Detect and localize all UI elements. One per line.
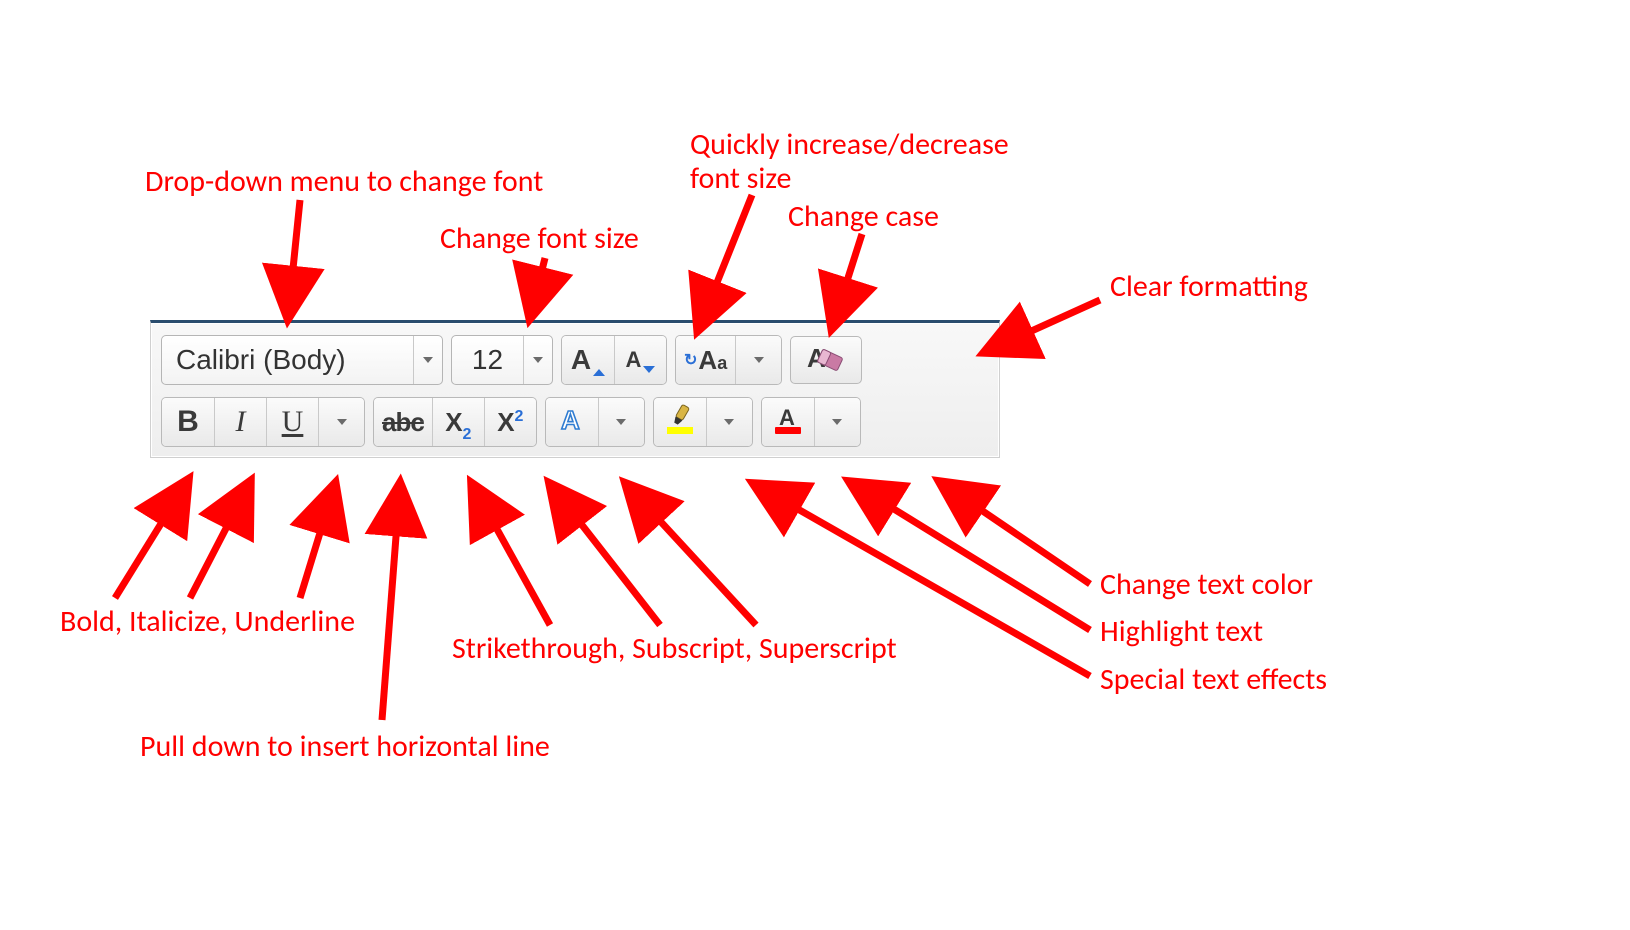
- label-font-dropdown: Drop-down menu to change font: [145, 165, 543, 200]
- label-clear-formatting: Clear formatting: [1110, 270, 1308, 305]
- shrink-font-button[interactable]: A: [614, 336, 666, 384]
- font-color-button[interactable]: A: [762, 398, 814, 446]
- strike-sub-sup-group: abc X2 X2: [373, 397, 537, 447]
- highlight-dropdown[interactable]: [706, 398, 752, 446]
- chevron-down-icon: [616, 419, 626, 425]
- grow-font-A: A: [571, 344, 591, 376]
- font-color-swatch: [775, 427, 801, 434]
- clear-formatting-button[interactable]: A: [790, 336, 862, 384]
- change-case-dropdown[interactable]: [735, 336, 781, 384]
- label-incdec-line2: font size: [690, 162, 791, 197]
- label-text-color: Change text color: [1100, 568, 1313, 603]
- label-effects: Special text effects: [1100, 663, 1327, 698]
- highlight-group: [653, 397, 753, 447]
- font-toolbar: Calibri (Body) 12 A: [150, 320, 1000, 458]
- bold-B: B: [177, 407, 199, 437]
- font-color-icon: A: [771, 403, 805, 442]
- label-biu: Bold, Italicize, Underline: [60, 605, 355, 640]
- label-sss: Strikethrough, Subscript, Superscript: [452, 632, 897, 667]
- eraser-icon: A: [803, 341, 849, 380]
- text-effects-icon: A: [557, 405, 587, 440]
- text-effects-group: A: [545, 397, 645, 447]
- font-color-group: A: [761, 397, 861, 447]
- change-case-button[interactable]: ↻ A a: [676, 336, 735, 384]
- chevron-down-icon: [533, 357, 543, 363]
- font-name-dropdown-button[interactable]: [413, 336, 442, 384]
- superscript-button[interactable]: X2: [484, 398, 536, 446]
- change-case-A: A: [698, 345, 717, 376]
- triangle-down-icon: [643, 366, 655, 373]
- change-case-a: a: [717, 353, 727, 374]
- strike-abc: abc: [382, 409, 424, 435]
- chevron-down-icon: [337, 419, 347, 425]
- chevron-down-icon: [724, 419, 734, 425]
- underline-U: U: [282, 407, 304, 437]
- label-change-case: Change case: [788, 200, 939, 235]
- change-case-group: ↻ A a: [675, 335, 782, 385]
- highlight-button[interactable]: [654, 398, 706, 446]
- label-incdec-line1: Quickly increase/decrease: [690, 128, 1009, 163]
- cycle-arrow-icon: ↻: [684, 350, 697, 370]
- shrink-font-A: A: [626, 347, 642, 373]
- font-name-combo[interactable]: Calibri (Body): [161, 335, 443, 385]
- svg-text:A: A: [779, 405, 795, 430]
- superscript-2: 2: [515, 408, 524, 425]
- font-size-value: 12: [452, 344, 523, 376]
- text-effects-dropdown[interactable]: [598, 398, 644, 446]
- font-size-combo[interactable]: 12: [451, 335, 553, 385]
- italic-button[interactable]: I: [214, 398, 266, 446]
- underline-button[interactable]: U: [266, 398, 318, 446]
- underline-dropdown-button[interactable]: [318, 398, 364, 446]
- label-hr-line: Pull down to insert horizontal line: [140, 730, 550, 765]
- grow-font-button[interactable]: A: [562, 336, 614, 384]
- subscript-button[interactable]: X2: [432, 398, 484, 446]
- biu-group: B I U: [161, 397, 365, 447]
- font-color-dropdown[interactable]: [814, 398, 860, 446]
- label-font-size: Change font size: [440, 222, 639, 257]
- triangle-up-icon: [593, 369, 605, 376]
- bold-button[interactable]: B: [162, 398, 214, 446]
- font-size-dropdown-button[interactable]: [523, 336, 552, 384]
- highlight-swatch: [667, 427, 693, 434]
- subscript-X: X: [445, 407, 462, 437]
- label-highlight: Highlight text: [1100, 615, 1263, 650]
- svg-text:A: A: [561, 405, 580, 435]
- subscript-2: 2: [463, 426, 472, 443]
- italic-I: I: [236, 407, 246, 437]
- chevron-down-icon: [423, 357, 433, 363]
- chevron-down-icon: [754, 357, 764, 363]
- toolbar-row-1: Calibri (Body) 12 A: [161, 335, 989, 385]
- grow-shrink-font-group: A A: [561, 335, 667, 385]
- superscript-X: X: [497, 407, 514, 437]
- text-effects-button[interactable]: A: [546, 398, 598, 446]
- chevron-down-icon: [832, 419, 842, 425]
- highlighter-icon: [663, 403, 697, 442]
- font-name-value: Calibri (Body): [162, 344, 360, 376]
- strikethrough-button[interactable]: abc: [374, 398, 432, 446]
- toolbar-row-2: B I U abc X2: [161, 397, 989, 447]
